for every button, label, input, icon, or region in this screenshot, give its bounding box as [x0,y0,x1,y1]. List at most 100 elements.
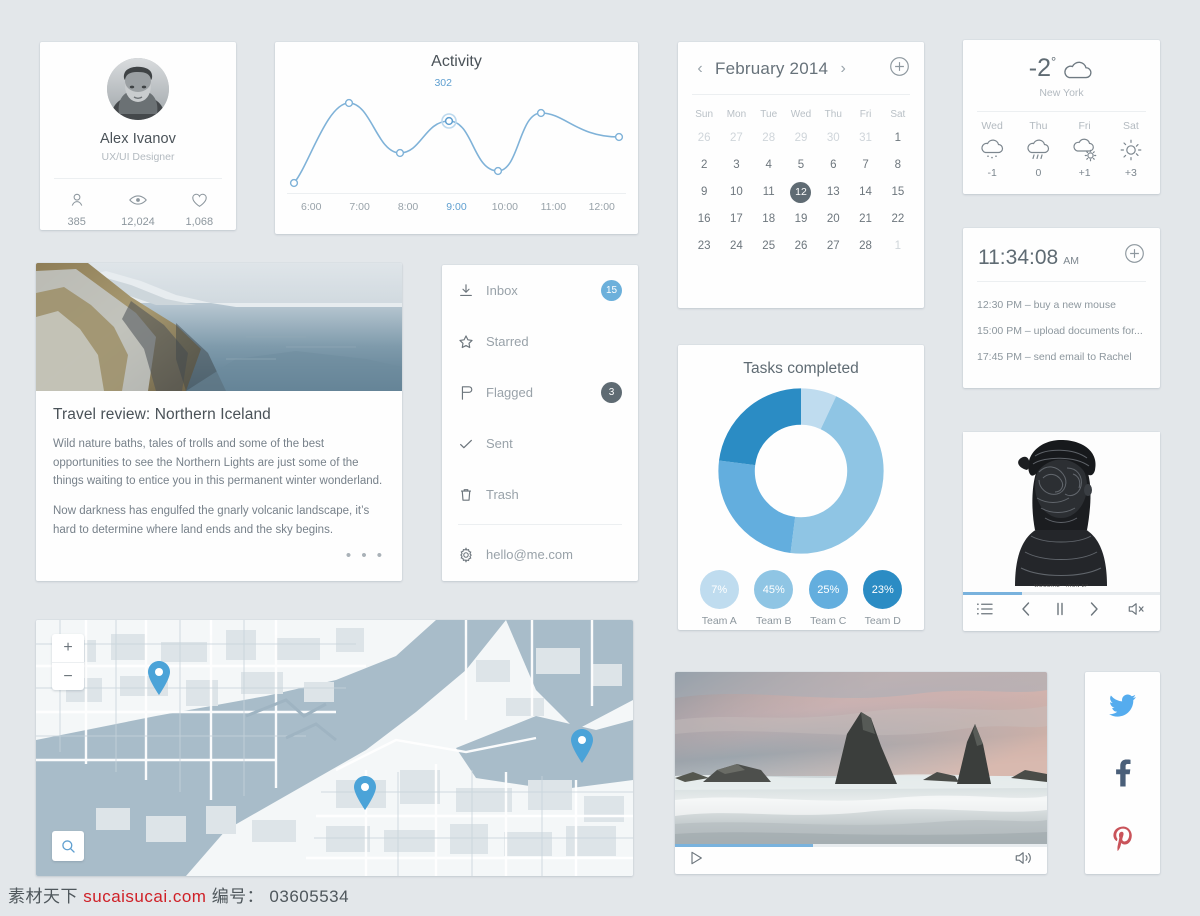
sun-icon [1108,135,1154,165]
calendar-day[interactable]: 23 [688,233,720,260]
calendar-day[interactable]: 14 [849,179,881,206]
calendar-day[interactable]: 30 [817,125,849,152]
mail-item-label: Trash [486,487,519,502]
agenda-item[interactable]: 17:45 PM – send email to Rachel [977,344,1146,370]
dashboard-stage: Alex Ivanov UX/UI Designer 385 12,024 1,… [0,0,1200,916]
calendar-day[interactable]: 25 [753,233,785,260]
add-event-button[interactable] [1124,243,1145,269]
volume-icon[interactable] [1014,850,1034,871]
travel-photo [36,263,402,391]
calendar-add-event-button[interactable] [889,56,910,82]
calendar-day[interactable]: 26 [688,125,720,152]
profile-card: Alex Ivanov UX/UI Designer 385 12,024 1,… [40,42,236,230]
check-icon [458,436,486,452]
calendar-day[interactable]: 17 [720,206,752,233]
avatar [107,58,169,120]
mail-item-inbox[interactable]: Inbox 15 [442,265,638,316]
agenda-item[interactable]: 15:00 PM – upload documents for... [977,318,1146,344]
music-progress-fill [963,592,1023,595]
stat-followers: 385 [46,190,107,228]
calendar-day[interactable]: 1 [882,233,914,260]
volume-mute-icon[interactable] [1127,601,1147,622]
map-zoom-out-button[interactable]: − [52,662,84,690]
mail-account-settings[interactable]: hello@me.com [442,529,638,580]
album-caption: WOODKID - IRON EP [1034,583,1089,588]
calendar-day[interactable]: 2 [688,152,720,179]
calendar-day[interactable]: 27 [720,125,752,152]
video-frame[interactable] [675,672,1047,844]
travel-more-button[interactable]: • • • [36,539,402,564]
calendar-day[interactable]: 16 [688,206,720,233]
legend-team-d[interactable]: 23% Team D [856,570,911,627]
mail-item-label: Inbox [486,283,518,298]
map-search-button[interactable] [52,831,84,861]
calendar-day[interactable]: 27 [817,233,849,260]
activity-line [289,98,624,188]
calendar-day[interactable]: 11 [753,179,785,206]
profile-role: UX/UI Designer [101,151,175,163]
weather-city: New York [1039,87,1084,99]
calendar-dow: Thu [824,109,842,120]
calendar-next-button[interactable]: › [835,60,851,78]
calendar-day[interactable]: 8 [882,152,914,179]
calendar-day[interactable]: 20 [817,206,849,233]
previous-icon[interactable] [1020,601,1032,622]
calendar-day[interactable]: 6 [817,152,849,179]
map-zoom-in-button[interactable]: + [52,634,84,662]
clock-header: 11:34:08 AM [963,228,1160,270]
tasks-donut-chart [678,386,924,556]
mail-item-flagged[interactable]: Flagged 3 [442,367,638,418]
playlist-icon[interactable] [976,602,993,621]
calendar-day[interactable]: 26 [785,233,817,260]
calendar-day-selected[interactable]: 12 [785,179,817,206]
pinterest-link[interactable] [1085,806,1160,873]
legend-value: 7% [699,570,739,609]
calendar-day[interactable]: 28 [849,233,881,260]
tasks-title: Tasks completed [743,360,859,377]
twitter-link[interactable] [1085,672,1160,739]
facebook-link[interactable] [1085,739,1160,806]
calendar-day[interactable]: 13 [817,179,849,206]
calendar-day-label: 12 [790,182,812,203]
map-pin[interactable] [146,660,172,696]
calendar-day[interactable]: 19 [785,206,817,233]
map-card[interactable] [36,620,633,876]
map-pin[interactable] [569,728,595,764]
calendar-prev-button[interactable]: ‹ [692,60,708,78]
calendar-day[interactable]: 3 [720,152,752,179]
calendar-day[interactable]: 21 [849,206,881,233]
legend-team-b[interactable]: 45% Team B [747,570,802,627]
calendar-day[interactable]: 1 [882,125,914,152]
agenda-item[interactable]: 12:30 PM – buy a new mouse [977,292,1146,318]
calendar-day[interactable]: 7 [849,152,881,179]
pause-icon[interactable] [1054,601,1066,622]
profile-header: Alex Ivanov UX/UI Designer [40,42,236,163]
calendar-day[interactable]: 18 [753,206,785,233]
calendar-day[interactable]: 31 [849,125,881,152]
calendar-day[interactable]: 5 [785,152,817,179]
calendar-dow: Tue [760,109,778,120]
calendar-day[interactable]: 24 [720,233,752,260]
play-icon[interactable] [688,850,704,871]
calendar-day[interactable]: 9 [688,179,720,206]
mail-item-trash[interactable]: Trash [442,469,638,520]
next-icon[interactable] [1088,601,1100,622]
watermark-code: 03605534 [269,887,350,906]
travel-title: Travel review: Northern Iceland [53,406,271,423]
mail-item-sent[interactable]: Sent [442,418,638,469]
mail-item-starred[interactable]: Starred [442,316,638,367]
calendar-day[interactable]: 28 [753,125,785,152]
calendar-grid: Sun Mon Tue Wed Thu Fri Sat 26 27 28 29 … [678,95,924,260]
legend-team-c[interactable]: 25% Team C [801,570,856,627]
music-progress-bar[interactable] [963,592,1160,595]
video-controls [675,847,1047,874]
calendar-day[interactable]: 4 [753,152,785,179]
calendar-day[interactable]: 10 [720,179,752,206]
calendar-day[interactable]: 15 [882,179,914,206]
video-progress-bar[interactable] [675,844,1047,847]
calendar-day[interactable]: 22 [882,206,914,233]
trash-icon [458,487,486,503]
calendar-day[interactable]: 29 [785,125,817,152]
legend-team-a[interactable]: 7% Team A [692,570,747,627]
map-pin[interactable] [352,775,378,811]
